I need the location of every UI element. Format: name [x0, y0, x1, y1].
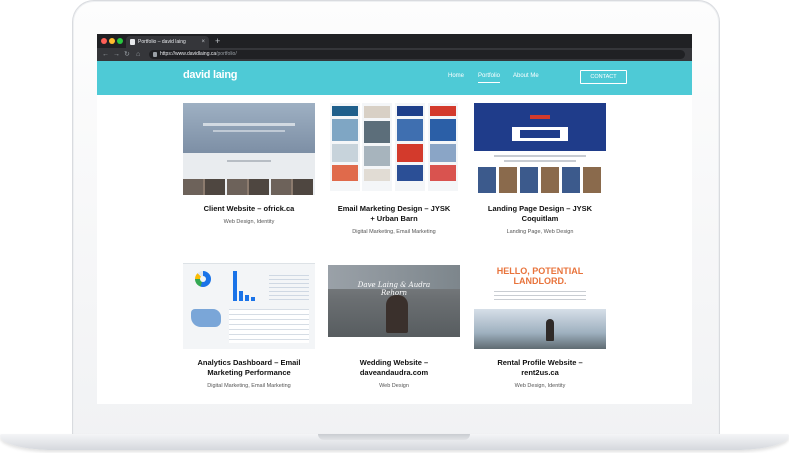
project-card[interactable]: Analytics Dashboard – Email Marketing Pe… — [183, 257, 315, 389]
project-title[interactable]: Analytics Dashboard – Email Marketing Pe… — [183, 358, 315, 378]
nav-portfolio[interactable]: Portfolio — [478, 73, 501, 83]
project-card[interactable]: Client Website – ofrick.ca Web Design, I… — [183, 103, 315, 225]
contact-button[interactable]: CONTACT — [580, 70, 627, 84]
project-tags: Web Design, Identity — [223, 219, 275, 225]
nav-about-me[interactable]: About Me — [513, 73, 539, 79]
tab-title: Portfolio – david laing — [138, 39, 186, 45]
project-thumbnail[interactable]: HELLO, POTENTIAL LANDLORD. — [474, 257, 606, 349]
lock-icon — [153, 52, 157, 57]
browser-screen: Portfolio – david laing × + ← → ↻ ⌂ http… — [97, 34, 692, 404]
address-bar[interactable]: https://www.davidlaing.ca/portfolio/ — [149, 50, 685, 59]
browser-tab[interactable]: Portfolio – david laing × — [126, 36, 209, 48]
project-tags: Digital Marketing, Email Marketing — [207, 383, 291, 389]
tab-bar: Portfolio – david laing × + — [97, 34, 692, 48]
project-card[interactable]: Dave Laing & Audra Rehorn Wedding Websit… — [328, 257, 460, 389]
back-arrow-icon[interactable]: ← — [102, 48, 109, 61]
project-card[interactable]: Landing Page Design – JYSK Coquitlam Lan… — [474, 103, 606, 235]
page-icon — [130, 39, 135, 45]
project-tags: Web Design — [379, 383, 409, 389]
new-tab-button[interactable]: + — [215, 34, 220, 48]
laptop-notch — [318, 434, 470, 440]
site-logo[interactable]: david laing — [183, 69, 237, 81]
project-thumbnail[interactable] — [183, 257, 315, 349]
project-title[interactable]: Wedding Website – daveandaudra.com — [328, 358, 460, 378]
home-icon[interactable]: ⌂ — [136, 48, 140, 61]
project-title[interactable]: Email Marketing Design – JYSK + Urban Ba… — [328, 204, 460, 224]
project-thumbnail[interactable]: Dave Laing & Audra Rehorn — [328, 257, 460, 349]
browser-toolbar: ← → ↻ ⌂ https://www.davidlaing.ca/portfo… — [97, 48, 692, 61]
close-window-icon[interactable] — [101, 38, 107, 44]
rental-heading: HELLO, POTENTIAL LANDLORD. — [496, 266, 584, 286]
project-tags: Web Design, Identity — [514, 383, 566, 389]
nav-home[interactable]: Home — [448, 73, 464, 79]
project-tags: Landing Page, Web Design — [506, 229, 574, 235]
project-card[interactable]: HELLO, POTENTIAL LANDLORD. Rental Profil… — [474, 257, 606, 389]
url-path: /portfolio/ — [216, 51, 237, 57]
project-card[interactable]: Email Marketing Design – JYSK + Urban Ba… — [328, 103, 460, 235]
maximize-window-icon[interactable] — [117, 38, 123, 44]
site-header: david laing Home Portfolio About Me CONT… — [97, 61, 692, 95]
project-tags: Digital Marketing, Email Marketing — [352, 229, 436, 235]
tab-close-icon[interactable]: × — [201, 36, 205, 48]
project-title[interactable]: Landing Page Design – JYSK Coquitlam — [474, 204, 606, 224]
url-host: https://www.davidlaing.ca — [160, 51, 217, 57]
project-title[interactable]: Client Website – ofrick.ca — [183, 204, 315, 214]
project-title[interactable]: Rental Profile Website – rent2us.ca — [474, 358, 606, 378]
project-thumbnail[interactable] — [474, 103, 606, 195]
forward-arrow-icon[interactable]: → — [113, 48, 120, 61]
portfolio-grid: Client Website – ofrick.ca Web Design, I… — [97, 95, 692, 404]
project-thumbnail[interactable] — [183, 103, 315, 195]
minimize-window-icon[interactable] — [109, 38, 115, 44]
reload-icon[interactable]: ↻ — [124, 48, 130, 61]
project-thumbnail[interactable] — [328, 103, 460, 195]
